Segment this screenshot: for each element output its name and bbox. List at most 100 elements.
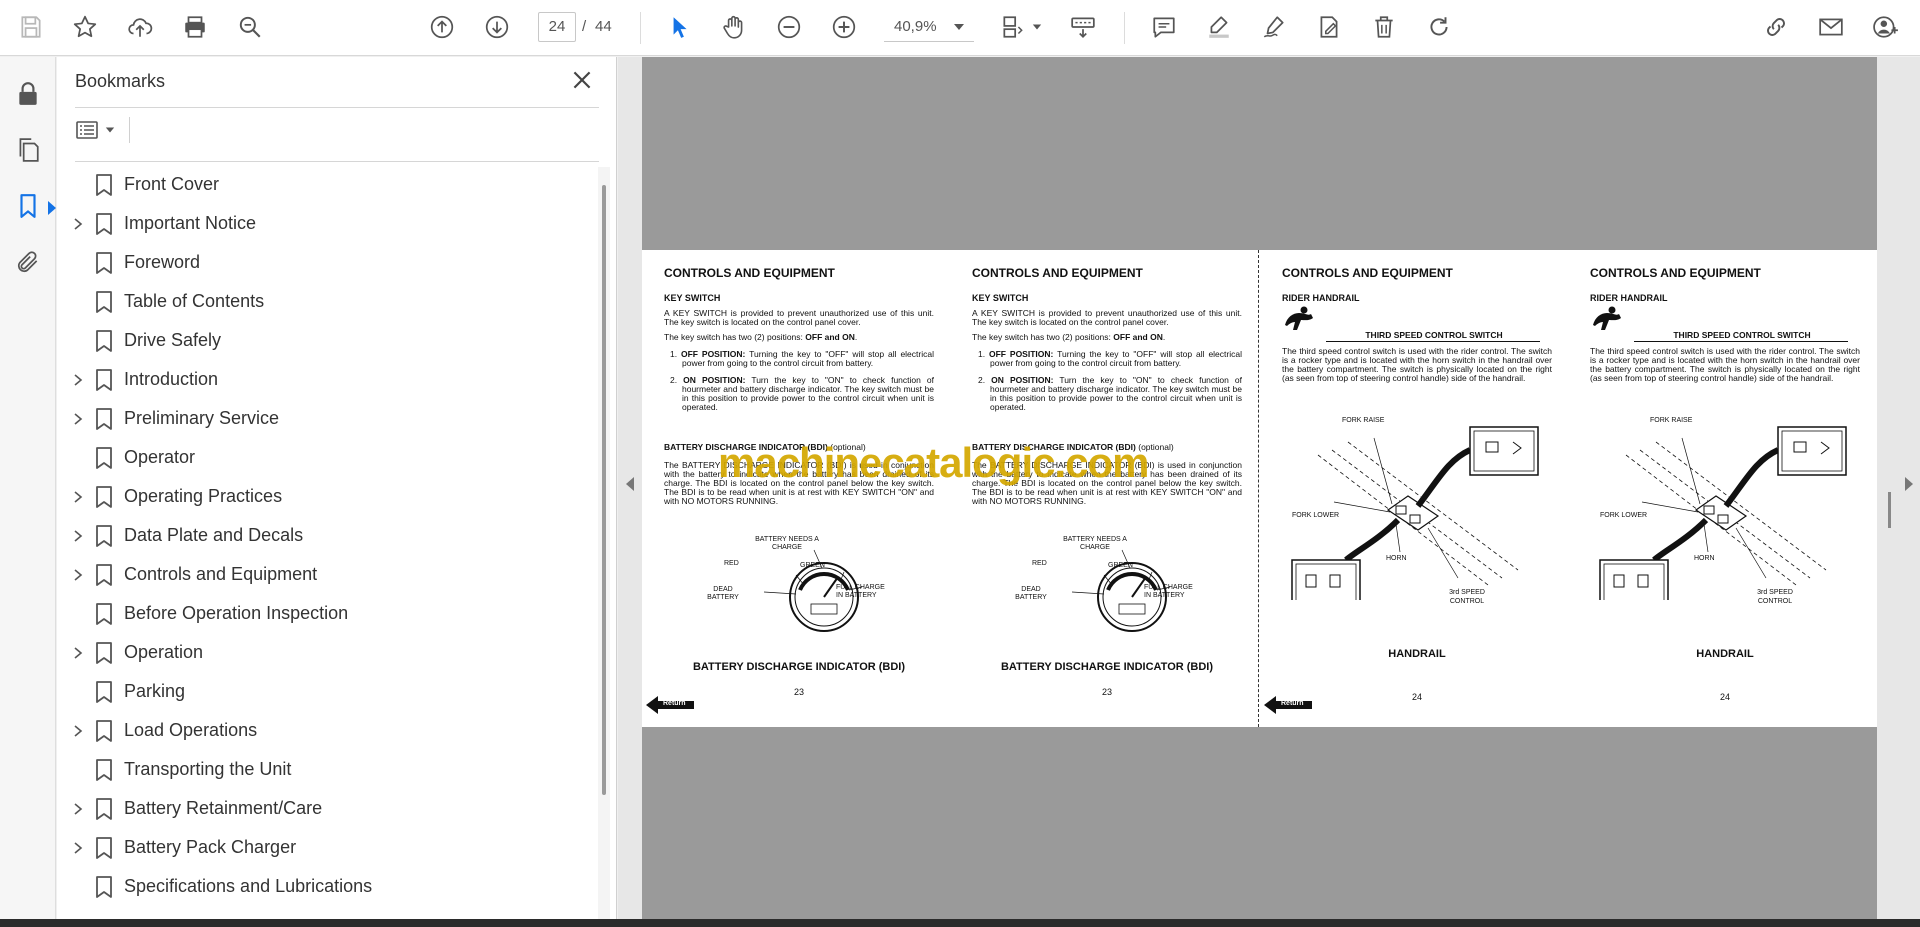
rotate-icon[interactable]	[1422, 10, 1456, 44]
print-icon[interactable]	[178, 10, 212, 44]
bookmark-icon	[95, 642, 113, 664]
bookmark-icon	[95, 213, 113, 235]
subsection-heading: RIDER HANDRAIL	[1590, 293, 1668, 303]
page-column: CONTROLS AND EQUIPMENT RIDER HANDRAIL TH…	[1590, 250, 1880, 727]
bookmark-item[interactable]: Before Operation Inspection	[57, 596, 587, 632]
paragraph: A KEY SWITCH is provided to prevent unau…	[972, 308, 1242, 327]
chevron-right-icon[interactable]	[71, 217, 85, 231]
save-icon[interactable]	[14, 10, 48, 44]
diagram-label: HORN	[1386, 555, 1407, 562]
close-icon[interactable]	[569, 67, 595, 93]
section-heading: CONTROLS AND EQUIPMENT	[1590, 266, 1761, 280]
bookmark-item[interactable]: Operating Practices	[57, 479, 587, 515]
bookmark-item[interactable]: Controls and Equipment	[57, 557, 587, 593]
bookmark-icon	[95, 291, 113, 313]
bookmark-item[interactable]: Preliminary Service	[57, 401, 587, 437]
zoom-search-icon[interactable]	[233, 10, 267, 44]
bookmark-item[interactable]: Table of Contents	[57, 284, 587, 320]
bookmark-options-button[interactable]	[75, 115, 127, 145]
page-down-icon[interactable]	[480, 10, 514, 44]
toolbar-divider	[640, 12, 641, 44]
bookmark-icon	[95, 330, 113, 352]
bookmark-icon	[95, 876, 113, 898]
bookmark-label: Specifications and Lubrications	[124, 876, 373, 896]
page-fit-icon[interactable]	[996, 10, 1030, 44]
email-icon[interactable]	[1814, 10, 1848, 44]
diagram-label: FORK RAISE	[1650, 417, 1693, 424]
bookmark-list: Front Cover Important Notice Foreword Table…	[57, 167, 597, 919]
return-button[interactable]: Return	[1264, 694, 1312, 716]
bookmark-label: Preliminary Service	[124, 408, 280, 428]
chevron-right-icon[interactable]	[71, 529, 85, 543]
attachment-icon[interactable]	[11, 245, 45, 279]
hand-icon[interactable]	[717, 10, 751, 44]
chevron-right-icon[interactable]	[71, 412, 85, 426]
bookmark-icon	[95, 564, 113, 586]
bookmark-item[interactable]: Battery Retainment/Care	[57, 791, 587, 827]
chevron-down-icon[interactable]	[954, 24, 964, 30]
comment-icon[interactable]	[1147, 10, 1181, 44]
edit-page-icon[interactable]	[1312, 10, 1346, 44]
bookmark-item[interactable]: Operation	[57, 635, 587, 671]
list-item: 1. OFF POSITION: Turning the key to "OFF…	[670, 349, 935, 412]
star-icon[interactable]	[68, 10, 102, 44]
trash-icon[interactable]	[1367, 10, 1401, 44]
bookmark-item[interactable]: Drive Safely	[57, 323, 587, 359]
watermark: machinecatalogic.com	[718, 439, 1149, 486]
upload-icon[interactable]	[123, 10, 157, 44]
scrollbar-thumb[interactable]	[1888, 492, 1891, 528]
sign-icon[interactable]	[1257, 10, 1291, 44]
chevron-right-icon[interactable]	[71, 802, 85, 816]
figure-caption: HANDRAIL	[1388, 648, 1446, 660]
bookmark-item[interactable]: Front Cover	[57, 167, 587, 203]
page-background	[642, 727, 1877, 919]
share-link-icon[interactable]	[1759, 10, 1793, 44]
chevron-right-icon[interactable]	[71, 568, 85, 582]
return-button[interactable]: Return	[646, 694, 694, 716]
bookmark-icon	[95, 252, 113, 274]
bookmark-item[interactable]: Foreword	[57, 245, 587, 281]
user-icon[interactable]	[1869, 10, 1903, 44]
spread-page-23: CONTROLS AND EQUIPMENT KEY SWITCH A KEY …	[642, 250, 1259, 727]
bookmark-item[interactable]: Transporting the Unit	[57, 752, 587, 788]
collapse-right-icon[interactable]	[1905, 477, 1913, 491]
bookmark-label: Battery Retainment/Care	[124, 798, 323, 818]
chevron-right-icon[interactable]	[71, 841, 85, 855]
chevron-down-icon[interactable]	[1030, 10, 1044, 44]
page-up-icon[interactable]	[425, 10, 459, 44]
bookmark-item[interactable]: Specifications and Lubrications	[57, 869, 587, 905]
highlight-icon[interactable]	[1202, 10, 1236, 44]
bookmark-icon	[95, 486, 113, 508]
pages-icon[interactable]	[11, 133, 45, 167]
collapse-left-icon[interactable]	[626, 477, 634, 491]
paragraph: The key switch has two (2) positions: OF…	[664, 332, 858, 342]
panel-scrollbar[interactable]	[598, 167, 610, 919]
page-number: 24	[1719, 692, 1730, 702]
bookmark-item[interactable]: Introduction	[57, 362, 587, 398]
document-viewport[interactable]: CONTROLS AND EQUIPMENT KEY SWITCH A KEY …	[618, 57, 1920, 919]
zoom-out-icon[interactable]	[772, 10, 806, 44]
bookmark-label: Load Operations	[124, 720, 258, 740]
chevron-right-icon[interactable]	[71, 490, 85, 504]
bookmark-item[interactable]: Operator	[57, 440, 587, 476]
figure-caption: HANDRAIL	[1696, 648, 1754, 660]
chevron-right-icon[interactable]	[71, 373, 85, 387]
bookmark-icon	[95, 603, 113, 625]
lock-icon[interactable]	[11, 77, 45, 111]
bookmark-label: Parking	[124, 681, 186, 701]
select-cursor-icon[interactable]	[662, 10, 696, 44]
bookmark-item[interactable]: Data Plate and Decals	[57, 518, 587, 554]
bookmark-item[interactable]: Battery Pack Charger	[57, 830, 587, 866]
chevron-right-icon[interactable]	[71, 646, 85, 660]
chevron-right-icon[interactable]	[71, 724, 85, 738]
scroll-mode-icon[interactable]	[1066, 10, 1100, 44]
page-number-input[interactable]: 24	[538, 12, 576, 42]
bookmark-item[interactable]: Parking	[57, 674, 587, 710]
bookmark-icon	[95, 798, 113, 820]
bookmark-item[interactable]: Load Operations	[57, 713, 587, 749]
bookmark-item[interactable]: Important Notice	[57, 206, 587, 242]
zoom-in-icon[interactable]	[827, 10, 861, 44]
scrollbar-thumb[interactable]	[602, 185, 606, 795]
divider	[75, 161, 599, 162]
bookmark-icon[interactable]	[11, 189, 45, 223]
